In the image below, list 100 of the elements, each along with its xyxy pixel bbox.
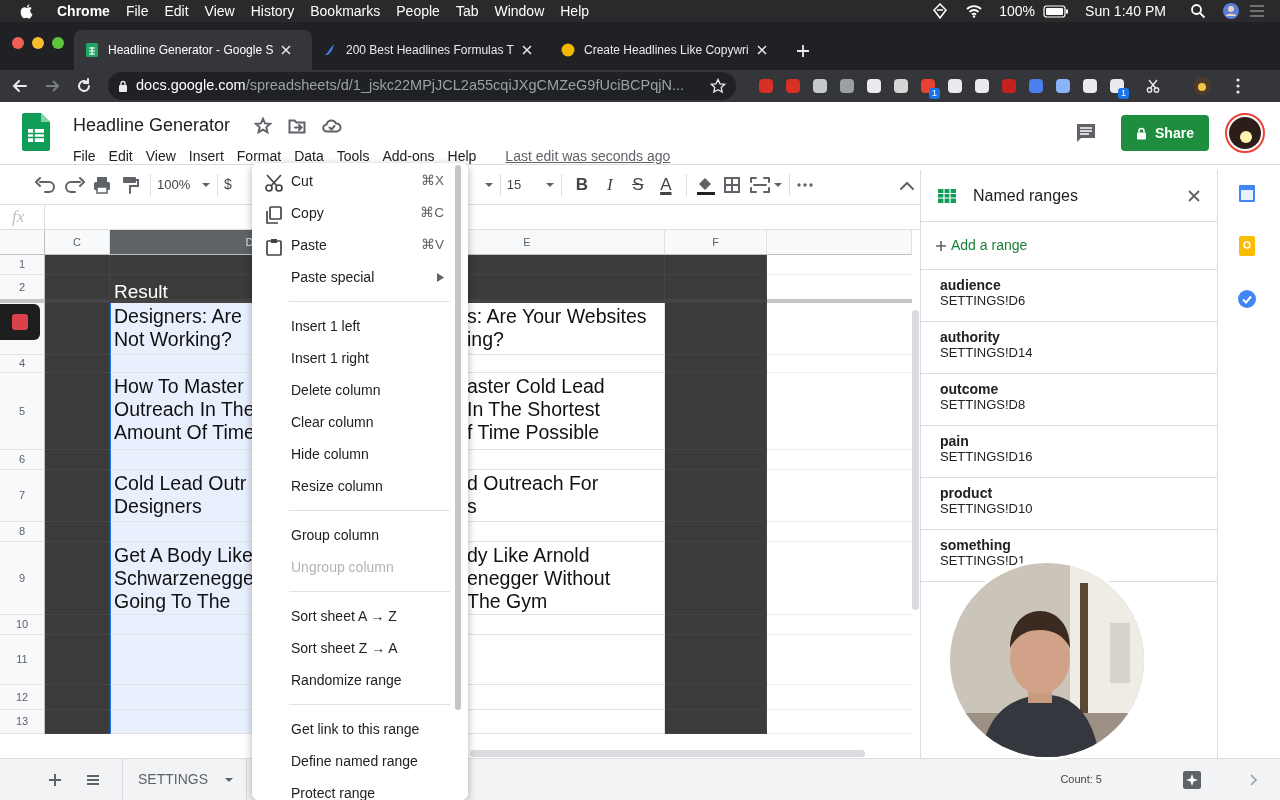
table-cell[interactable] bbox=[45, 470, 110, 522]
menu-item[interactable]: People bbox=[396, 0, 440, 22]
menu-item[interactable]: Data bbox=[294, 146, 324, 167]
menu-item[interactable]: Tools bbox=[336, 146, 370, 167]
font-size-dropdown[interactable]: 15 bbox=[506, 174, 545, 195]
table-cell[interactable] bbox=[45, 450, 110, 470]
maximize-window-button[interactable] bbox=[52, 37, 64, 49]
scissors-icon[interactable] bbox=[1146, 79, 1160, 93]
zoom-dropdown[interactable]: 100% bbox=[157, 174, 201, 195]
forward-icon[interactable] bbox=[44, 78, 60, 94]
extension-icon[interactable] bbox=[1108, 78, 1125, 94]
extension-icon[interactable] bbox=[919, 78, 936, 94]
currency-button[interactable]: $ bbox=[224, 174, 232, 195]
cloud-icon[interactable] bbox=[322, 118, 343, 133]
table-cell[interactable] bbox=[665, 275, 767, 303]
menu-item[interactable]: Randomize range bbox=[252, 664, 468, 696]
menu-item[interactable]: Cut ⌘X bbox=[252, 165, 468, 197]
all-sheets-icon[interactable] bbox=[86, 773, 100, 786]
calendar-icon[interactable] bbox=[1238, 183, 1256, 203]
italic-button[interactable]: I bbox=[595, 171, 624, 198]
apple-logo-icon[interactable] bbox=[20, 3, 33, 19]
star-icon[interactable] bbox=[254, 116, 273, 135]
named-range-item[interactable]: product SETTINGS!D10 bbox=[921, 478, 1217, 530]
collapse-icon[interactable] bbox=[900, 180, 914, 190]
back-icon[interactable] bbox=[12, 78, 28, 94]
folder-icon[interactable] bbox=[288, 117, 307, 134]
row-header[interactable]: 13 bbox=[0, 710, 45, 734]
table-cell[interactable] bbox=[45, 275, 110, 303]
share-button[interactable]: Share bbox=[1121, 115, 1209, 151]
menu-item[interactable]: Get link to this range bbox=[252, 713, 468, 745]
table-cell[interactable] bbox=[665, 255, 767, 275]
more-icon[interactable] bbox=[795, 181, 814, 188]
extension-icon[interactable] bbox=[946, 78, 963, 94]
menu-item[interactable]: Edit bbox=[108, 146, 133, 167]
menu-item[interactable]: View bbox=[204, 0, 235, 22]
sheet-tab[interactable]: SETTINGS bbox=[122, 758, 247, 800]
menu-item[interactable]: History bbox=[250, 0, 295, 22]
table-cell[interactable] bbox=[45, 685, 110, 710]
table-cell[interactable] bbox=[45, 710, 110, 734]
row-header[interactable]: 2 bbox=[0, 275, 45, 303]
search-icon[interactable] bbox=[1190, 3, 1206, 19]
row-header[interactable]: 6 bbox=[0, 450, 45, 470]
add-range-button[interactable]: Add a range bbox=[921, 222, 1217, 270]
row-header[interactable]: 4 bbox=[0, 355, 45, 373]
menu-item[interactable]: Help bbox=[447, 146, 477, 167]
table-cell[interactable] bbox=[665, 615, 767, 635]
named-range-item[interactable]: pain SETTINGS!D16 bbox=[921, 426, 1217, 478]
table-cell[interactable] bbox=[45, 635, 110, 685]
text-color-button[interactable]: A bbox=[651, 171, 680, 198]
row-header[interactable]: 10 bbox=[0, 615, 45, 635]
table-cell[interactable] bbox=[665, 635, 767, 685]
user-avatar[interactable] bbox=[1222, 2, 1240, 20]
caret-icon[interactable] bbox=[772, 181, 783, 188]
selection-count[interactable]: Count: 5 bbox=[1060, 771, 1102, 788]
reload-icon[interactable] bbox=[76, 78, 92, 94]
table-cell[interactable] bbox=[45, 355, 110, 373]
menu-item[interactable]: Format bbox=[236, 146, 282, 167]
row-header[interactable]: 12 bbox=[0, 685, 45, 710]
row-header[interactable]: 7 bbox=[0, 470, 45, 522]
extension-icon[interactable] bbox=[811, 78, 828, 94]
menu-item[interactable]: Add-ons bbox=[382, 146, 435, 167]
extension-icon[interactable] bbox=[838, 78, 855, 94]
menu-item[interactable]: Bookmarks bbox=[310, 0, 381, 22]
menu-item[interactable]: Define named range bbox=[252, 745, 468, 777]
extension-icon[interactable] bbox=[1081, 78, 1098, 94]
row-header[interactable]: 9 bbox=[0, 542, 45, 615]
extension-icon[interactable] bbox=[892, 78, 909, 94]
app-menu[interactable]: Chrome bbox=[57, 0, 110, 22]
menu-item[interactable]: Protect range bbox=[252, 777, 468, 800]
table-cell[interactable] bbox=[665, 470, 767, 522]
explore-icon[interactable] bbox=[1182, 769, 1202, 790]
table-cell[interactable] bbox=[665, 542, 767, 615]
menu-item[interactable]: Edit bbox=[164, 0, 189, 22]
browser-tab[interactable]: 200 Best Headlines Formulas T bbox=[312, 30, 550, 70]
menu-item[interactable]: Copy ⌘C bbox=[252, 197, 468, 229]
browser-tab[interactable]: Create Headlines Like Copywri bbox=[550, 30, 788, 70]
table-cell[interactable] bbox=[665, 685, 767, 710]
address-bar[interactable]: docs.google.com/spreadsheets/d/1_jskc22MPjJCL2a55cqiJXgCMZeG9fUciBCPqjN... bbox=[108, 72, 736, 100]
extension-icon[interactable] bbox=[973, 78, 990, 94]
row-header[interactable]: 11 bbox=[0, 635, 45, 685]
battery-icon[interactable] bbox=[1043, 4, 1070, 18]
record-button[interactable] bbox=[0, 304, 40, 340]
comment-icon[interactable] bbox=[1075, 122, 1097, 144]
last-edit-link[interactable]: Last edit was seconds ago bbox=[505, 146, 671, 167]
table-cell[interactable] bbox=[45, 303, 110, 355]
minimize-window-button[interactable] bbox=[32, 37, 44, 49]
bold-button[interactable]: B bbox=[567, 171, 596, 198]
table-cell[interactable] bbox=[665, 522, 767, 542]
named-range-item[interactable]: authority SETTINGS!D14 bbox=[921, 322, 1217, 374]
new-tab-icon[interactable] bbox=[796, 43, 810, 58]
wifi-icon[interactable] bbox=[965, 4, 984, 18]
row-header[interactable]: 5 bbox=[0, 373, 45, 450]
table-cell[interactable] bbox=[665, 355, 767, 373]
menu-item[interactable]: File bbox=[73, 146, 96, 167]
caret-icon[interactable] bbox=[544, 181, 555, 188]
menu-item[interactable]: Window bbox=[494, 0, 545, 22]
named-range-item[interactable]: audience SETTINGS!D6 bbox=[921, 270, 1217, 322]
scrollbar-thumb[interactable] bbox=[470, 749, 865, 757]
close-icon[interactable] bbox=[1187, 189, 1201, 204]
row-header[interactable]: 8 bbox=[0, 522, 45, 542]
